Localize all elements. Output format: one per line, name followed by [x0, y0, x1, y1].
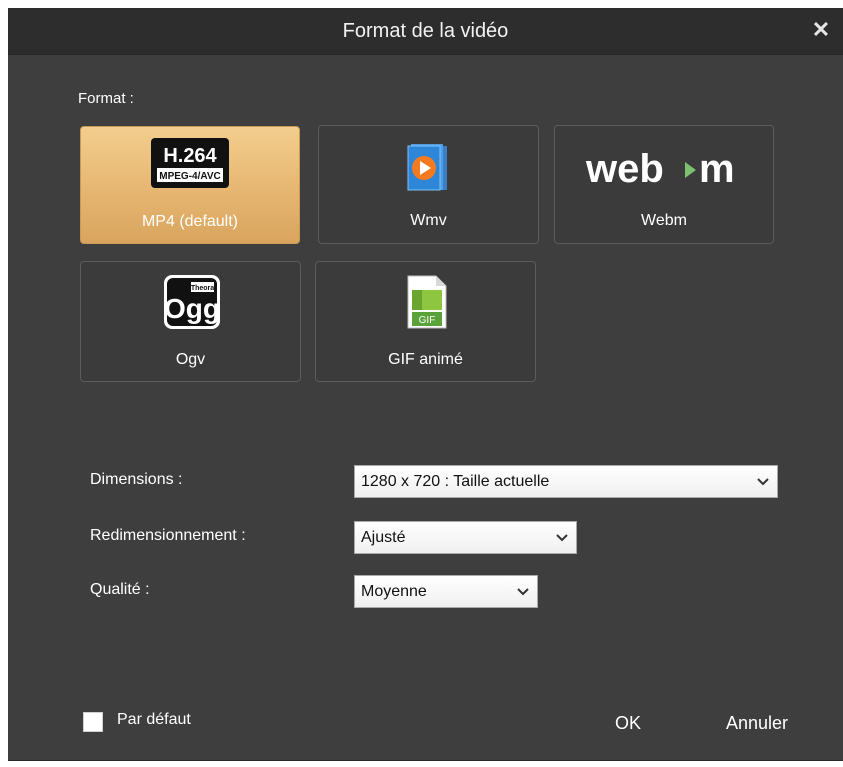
video-format-dialog: Format de la vidéo ✕ Format : H.264 MPEG… — [8, 8, 843, 761]
h264-icon: H.264 MPEG-4/AVC — [150, 137, 230, 189]
gif-file-icon-text: GIF — [419, 315, 436, 326]
ogg-theora-icon: Theora Ogg — [163, 274, 221, 330]
webm-logo-icon: web m — [583, 140, 749, 194]
webm-logo-text-b: m — [699, 147, 735, 191]
resize-select[interactable]: Ajusté — [354, 521, 577, 554]
webm-logo-text-a: web — [585, 147, 664, 191]
h264-icon-subtext: MPEG-4/AVC — [159, 171, 221, 182]
ogg-theora-subtext: Theora — [191, 285, 214, 292]
wmv-icon — [405, 142, 451, 194]
default-checkbox-label[interactable]: Par défaut — [117, 711, 191, 729]
cancel-button[interactable]: Annuler — [726, 713, 788, 734]
gif-file-icon: GIF — [406, 274, 448, 330]
chevron-down-icon — [517, 576, 529, 607]
format-option-webm[interactable]: web m Webm — [554, 125, 774, 244]
format-option-label: Webm — [641, 212, 687, 229]
chevron-down-icon — [556, 522, 568, 553]
format-option-wmv[interactable]: Wmv — [318, 125, 539, 244]
title-bar[interactable]: Format de la vidéo ✕ — [8, 8, 843, 55]
ok-button[interactable]: OK — [615, 713, 641, 734]
resize-value: Ajusté — [361, 529, 406, 546]
format-option-mp4[interactable]: H.264 MPEG-4/AVC MP4 (default) — [80, 126, 300, 244]
format-option-label: MP4 (default) — [141, 213, 239, 230]
format-option-label: Wmv — [410, 212, 447, 229]
format-option-ogv[interactable]: Theora Ogg Ogv — [80, 261, 301, 382]
default-checkbox[interactable] — [83, 712, 103, 732]
dimensions-select[interactable]: 1280 x 720 : Taille actuelle — [354, 465, 778, 498]
format-option-gif[interactable]: GIF GIF animé — [315, 261, 536, 382]
h264-icon-text: H.264 — [163, 145, 217, 167]
ogg-theora-text: Ogg — [164, 293, 220, 324]
quality-select[interactable]: Moyenne — [354, 575, 538, 608]
format-option-label: Ogv — [175, 351, 206, 368]
format-label: Format : — [78, 90, 134, 107]
format-option-label: GIF animé — [388, 351, 463, 368]
dialog-title: Format de la vidéo — [342, 20, 509, 42]
quality-label: Qualité : — [90, 581, 150, 598]
quality-value: Moyenne — [361, 583, 427, 600]
chevron-down-icon — [757, 466, 769, 497]
dimensions-value: 1280 x 720 : Taille actuelle — [361, 473, 550, 490]
close-icon[interactable]: ✕ — [809, 18, 833, 42]
resize-label: Redimensionnement : — [90, 527, 246, 544]
dimensions-label: Dimensions : — [90, 471, 183, 488]
